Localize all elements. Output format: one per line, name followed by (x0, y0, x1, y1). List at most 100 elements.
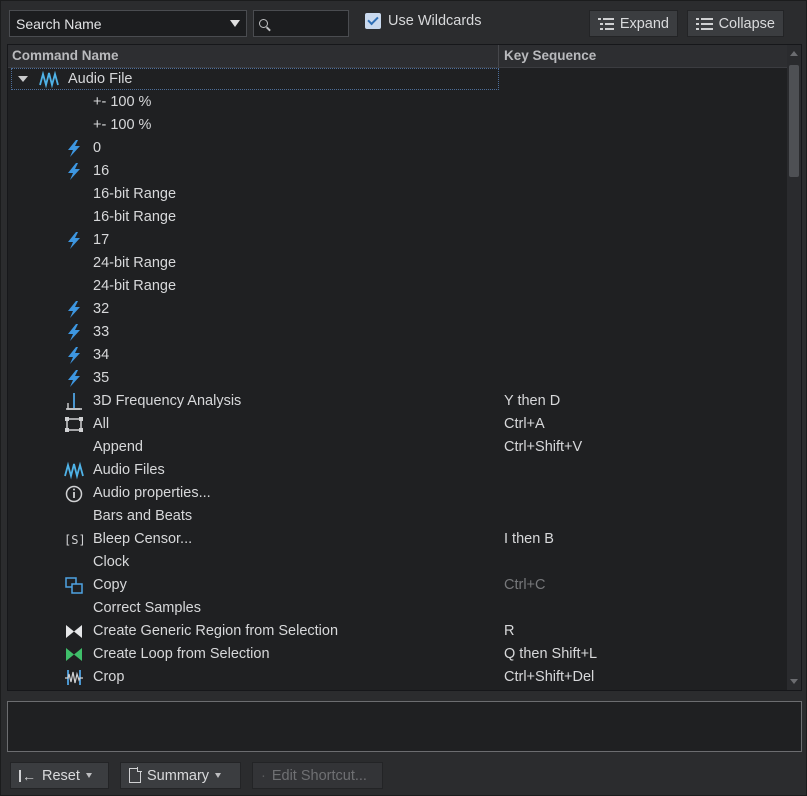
command-name: All (93, 416, 110, 432)
key-sequence: R (504, 623, 515, 639)
table-row[interactable]: +- 100 % (8, 114, 788, 137)
frequency-analysis-icon (66, 393, 82, 410)
expand-button[interactable]: Expand (589, 10, 678, 37)
collapse-button[interactable]: Collapse (687, 10, 784, 37)
collapse-list-icon (696, 17, 713, 31)
command-name: 24-bit Range (93, 278, 177, 294)
table-row[interactable]: Create Loop from Selection Q then Shift+L (8, 643, 788, 666)
search-mode-value: Search Name (16, 15, 102, 32)
command-name: 16-bit Range (93, 209, 177, 225)
bleep-censor-icon: [S] (64, 533, 84, 547)
command-name: Correct Samples (93, 600, 201, 616)
toolbar: Search Name Use Wildcards Expand Collaps… (7, 7, 802, 41)
table-row[interactable]: 17 (8, 229, 788, 252)
summary-button[interactable]: Summary (120, 762, 241, 789)
table-row[interactable]: Crop Ctrl+Shift+Del (8, 666, 788, 689)
key-sequence: Ctrl+Shift+V (504, 439, 583, 455)
key-sequence: Ctrl+Shift+Del (504, 669, 595, 685)
tree-root-row[interactable]: Audio File (8, 68, 788, 91)
command-name: Clock (93, 554, 130, 570)
region-icon (66, 625, 82, 638)
table-row[interactable]: Audio Files (8, 459, 788, 482)
edit-shortcut-label: Edit Shortcut... (271, 767, 367, 784)
copy-icon (65, 577, 83, 594)
vertical-scrollbar[interactable] (787, 45, 801, 690)
search-mode-dropdown[interactable]: Search Name (9, 10, 247, 37)
table-row[interactable]: [S] Bleep Censor... I then B (8, 528, 788, 551)
column-header-command-name[interactable]: Command Name (12, 48, 119, 63)
command-name: Copy (93, 577, 127, 593)
table-row[interactable]: All Ctrl+A (8, 413, 788, 436)
table-row[interactable]: Copy Ctrl+C (8, 574, 788, 597)
command-name: Create Generic Region from Selection (93, 623, 339, 639)
select-all-icon (65, 417, 83, 432)
command-name: 3D Frequency Analysis (93, 393, 242, 409)
table-row[interactable]: 16-bit Range (8, 206, 788, 229)
table-body: Audio File +- 100 % +- 100 % 0 16 16-bit Ran… (8, 68, 788, 689)
lightning-icon (68, 370, 80, 387)
lightning-icon (68, 301, 80, 318)
table-row[interactable]: 33 (8, 321, 788, 344)
table-row[interactable]: 16-bit Range (8, 183, 788, 206)
collapse-label: Collapse (718, 15, 775, 32)
waveform-icon (39, 70, 59, 89)
key-sequence: I then B (504, 531, 554, 547)
dropdown-arrow-icon (230, 20, 240, 27)
table-row[interactable]: Clock (8, 551, 788, 574)
table-row[interactable]: 0 (8, 137, 788, 160)
command-name: Crop (93, 669, 125, 685)
document-icon (129, 767, 142, 783)
chevron-down-icon (215, 773, 222, 778)
table-row[interactable]: 3D Frequency Analysis Y then D (8, 390, 788, 413)
table-row[interactable]: Correct Samples (8, 597, 788, 620)
table-row[interactable]: Bars and Beats (8, 505, 788, 528)
reset-icon: ← (19, 768, 36, 784)
command-name: 16 (93, 163, 110, 179)
search-icon (259, 19, 268, 28)
table-row[interactable]: +- 100 % (8, 91, 788, 114)
shortcut-editor-window: Search Name Use Wildcards Expand Collaps… (0, 0, 807, 796)
scrollbar-thumb[interactable] (789, 65, 799, 177)
command-name: Append (93, 439, 143, 455)
edit-shortcut-button[interactable]: · Edit Shortcut... (252, 762, 383, 789)
table-row[interactable]: Audio properties... (8, 482, 788, 505)
table-row[interactable]: 32 (8, 298, 788, 321)
scroll-up-icon[interactable] (790, 51, 798, 56)
expand-label: Expand (619, 15, 669, 32)
expand-caret-icon[interactable] (18, 76, 28, 82)
crop-icon (65, 670, 83, 685)
column-divider[interactable] (498, 45, 499, 67)
reset-button[interactable]: ← Reset (10, 762, 109, 789)
key-sequence: Y then D (504, 393, 561, 409)
waveform-icon (64, 461, 84, 480)
table-row[interactable]: Create Generic Region from Selection R (8, 620, 788, 643)
table-row[interactable]: Append Ctrl+Shift+V (8, 436, 788, 459)
command-name: Create Loop from Selection (93, 646, 270, 662)
lightning-icon (68, 163, 80, 180)
table-row[interactable]: 34 (8, 344, 788, 367)
edit-bullet-icon: · (261, 767, 266, 784)
command-name: Bleep Censor... (93, 531, 193, 547)
command-name: 35 (93, 370, 110, 386)
lightning-icon (68, 232, 80, 249)
use-wildcards-toggle[interactable]: Use Wildcards (365, 13, 481, 29)
column-header-key-sequence[interactable]: Key Sequence (504, 48, 596, 63)
tree-root-label: Audio File (68, 71, 133, 87)
chevron-down-icon (85, 773, 92, 778)
table-row[interactable]: 35 (8, 367, 788, 390)
table-row[interactable]: 16 (8, 160, 788, 183)
description-box (7, 701, 802, 752)
scroll-down-icon[interactable] (790, 679, 798, 684)
command-name: 0 (93, 140, 102, 156)
key-sequence: Ctrl+C (504, 577, 546, 593)
command-name: Bars and Beats (93, 508, 193, 524)
command-name: +- 100 % (93, 117, 152, 133)
command-name: 34 (93, 347, 110, 363)
search-input[interactable] (253, 10, 349, 37)
key-sequence: Ctrl+A (504, 416, 545, 432)
use-wildcards-checkbox[interactable] (365, 13, 381, 29)
command-name: 24-bit Range (93, 255, 177, 271)
loop-icon (66, 648, 82, 661)
table-row[interactable]: 24-bit Range (8, 275, 788, 298)
table-row[interactable]: 24-bit Range (8, 252, 788, 275)
